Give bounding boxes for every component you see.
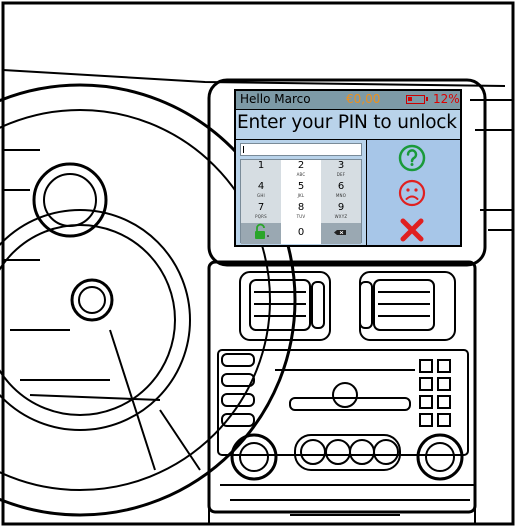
key-number: 2 [297,160,305,171]
status-bar: Hello Marco €0,00 12% [236,91,460,110]
question-mark-icon [398,144,426,172]
battery-icon [406,95,428,104]
key-letters: PQRS [255,214,267,219]
key-1[interactable]: 1 [241,160,281,181]
key-9[interactable]: 9 WXYZ [321,202,361,223]
key-number: 7 [257,202,265,213]
actions-panel [367,140,460,245]
key-letters: GHI [257,193,265,198]
battery-percent: 12% [433,92,460,106]
key-8[interactable]: 8 TUV [281,202,321,223]
key-7[interactable]: 7 PQRS [241,202,281,223]
balance-text: €0,00 [346,92,381,106]
key-number: 1 [257,160,265,171]
prompt-header: Enter your PIN to unlock [236,110,460,140]
sad-face-icon [398,179,426,207]
key-3[interactable]: 3 DEF [321,160,361,181]
prompt-title: Enter your PIN to unlock [237,112,457,133]
key-4[interactable]: 4 GHI [241,181,281,202]
key-number: 6 [337,181,345,192]
key-5[interactable]: 5 JKL [281,181,321,202]
key-letters: TUV [296,214,306,219]
close-icon [400,218,424,242]
key-number: 4 [257,181,265,192]
backspace-icon [334,230,346,235]
keypad-panel: 1 2 ABC 3 DEF 4 GHI 5 JKL 6 MNO 7 PQRS 8… [236,140,367,245]
sad-face-button[interactable] [397,178,427,208]
battery-level-fill [408,97,412,101]
key-number: 0 [297,227,305,238]
delete-key[interactable] [321,223,361,244]
key-number: 5 [297,181,305,192]
key-number: 3 [337,160,345,171]
dashboard-sketch [0,1,515,526]
greeting-text: Hello Marco [240,92,311,106]
key-letters: JKL [297,193,305,198]
help-button[interactable] [397,143,427,173]
key-letters: MNO [335,193,347,198]
key-6[interactable]: 6 MNO [321,181,361,202]
key-2[interactable]: 2 ABC [281,160,321,181]
open-padlock-icon [255,223,269,239]
key-letters: WXYZ [334,214,348,219]
key-letters: ABC [296,172,306,177]
numeric-keypad: 1 2 ABC 3 DEF 4 GHI 5 JKL 6 MNO 7 PQRS 8… [240,159,362,244]
pin-input[interactable] [240,143,362,156]
key-number: 8 [297,202,305,213]
key-letters: DEF [336,172,346,177]
unlock-screen: Hello Marco €0,00 12% Enter your PIN to … [234,89,462,247]
unlock-key[interactable] [241,223,281,244]
cancel-button[interactable] [397,215,427,245]
key-number: 9 [337,202,345,213]
key-0[interactable]: 0 [281,223,321,244]
